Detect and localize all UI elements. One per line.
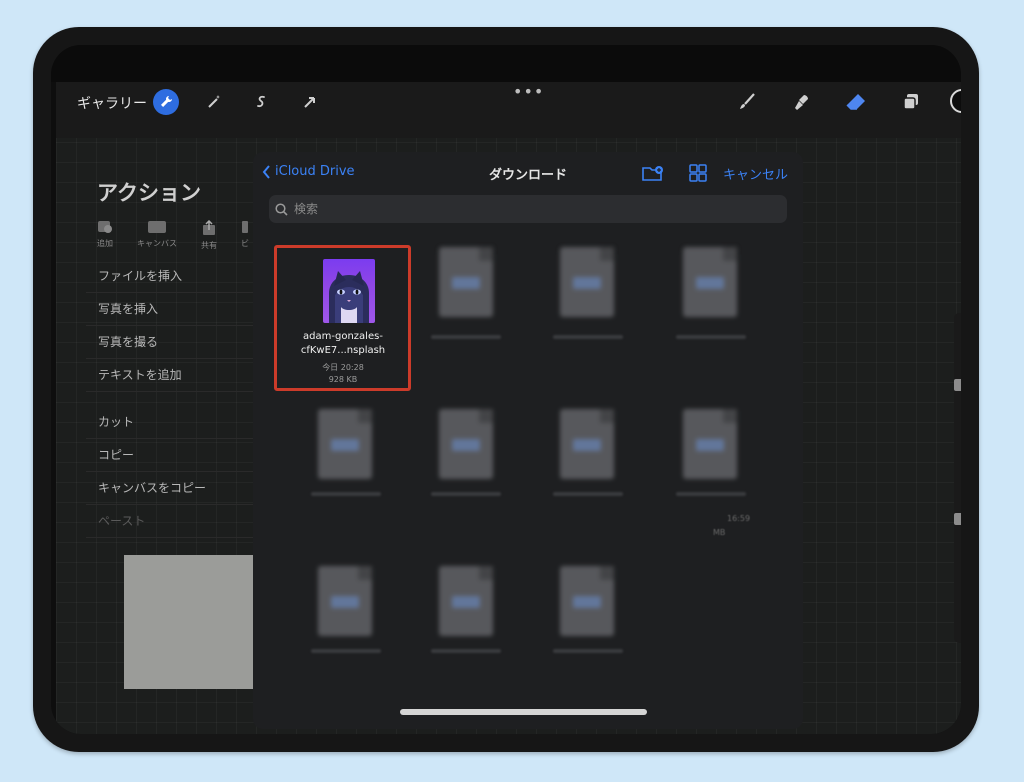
- blurred-document-icon[interactable]: [560, 409, 614, 479]
- gallery-button[interactable]: ギャラリー: [77, 93, 147, 113]
- transform-arrow-icon[interactable]: [297, 89, 323, 115]
- opacity-slider[interactable]: [954, 513, 961, 525]
- ipad-screen-area: ギャラリー ••• アクション 追加 キャンバス 共有 ビ ファイルを挿入 写真…: [51, 45, 961, 734]
- tab-canvas-label: キャンバス: [137, 239, 177, 248]
- blurred-filename: [553, 649, 623, 653]
- picker-header: iCloud Drive ダウンロード キャンセル: [253, 152, 803, 192]
- color-swatch-icon[interactable]: [950, 89, 961, 113]
- menu-item-take-photo[interactable]: 写真を撮る: [86, 326, 276, 359]
- magic-wand-icon[interactable]: [201, 89, 227, 115]
- actions-menu-list: ファイルを挿入 写真を挿入 写真を撮る テキストを追加 カット コピー キャンバ…: [86, 260, 276, 538]
- menu-item-copy-canvas[interactable]: キャンバスをコピー: [86, 472, 276, 505]
- cancel-button[interactable]: キャンセル: [723, 164, 788, 183]
- actions-title: アクション: [97, 181, 201, 205]
- blurred-filename: [311, 649, 381, 653]
- eraser-icon[interactable]: [843, 89, 869, 115]
- blurred-document-icon[interactable]: [439, 247, 493, 317]
- file-name: adam-gonzales- cfKwE7...nsplash: [278, 330, 408, 358]
- file-name-line2: cfKwE7...nsplash: [300, 345, 386, 356]
- add-icon: [98, 221, 112, 233]
- blurred-document-icon[interactable]: [439, 566, 493, 636]
- menu-item-insert-photo[interactable]: 写真を挿入: [86, 293, 276, 326]
- search-bar[interactable]: [269, 195, 787, 223]
- tab-video-label: ビ: [241, 239, 249, 248]
- blurred-document-icon[interactable]: [683, 409, 737, 479]
- smudge-icon[interactable]: [789, 89, 815, 115]
- blurred-document-icon[interactable]: [560, 566, 614, 636]
- file-name-line1: adam-gonzales-: [303, 331, 383, 342]
- blurred-filename: [553, 492, 623, 496]
- file-picker-sheet: iCloud Drive ダウンロード キャンセル 検索 adam-gonzal…: [253, 152, 803, 729]
- blurred-document-icon[interactable]: [439, 409, 493, 479]
- menu-item-paste: ペースト: [86, 505, 276, 538]
- layers-icon[interactable]: [898, 89, 924, 115]
- wrench-icon[interactable]: [153, 89, 179, 115]
- procreate-canvas-screen: ギャラリー ••• アクション 追加 キャンバス 共有 ビ ファイルを挿入 写真…: [56, 82, 961, 734]
- menu-separator: [86, 392, 276, 406]
- tab-share[interactable]: 共有: [201, 220, 217, 251]
- blurred-file-time: 16:59: [727, 514, 751, 523]
- brush-icon[interactable]: [734, 89, 760, 115]
- back-button[interactable]: iCloud Drive: [262, 164, 355, 179]
- ipad-frame: ギャラリー ••• アクション 追加 キャンバス 共有 ビ ファイルを挿入 写真…: [33, 27, 979, 752]
- file-item-adam-gonzales[interactable]: adam-gonzales- cfKwE7...nsplash 今日 20:28…: [278, 249, 408, 389]
- top-toolbar: ギャラリー •••: [56, 82, 961, 138]
- canvas-preview: [124, 555, 264, 689]
- blurred-filename: [311, 492, 381, 496]
- blurred-filename: [676, 335, 746, 339]
- actions-tab-row: 追加 キャンバス 共有 ビ: [97, 220, 249, 251]
- blurred-document-icon[interactable]: [318, 566, 372, 636]
- right-sidebar: [954, 313, 961, 643]
- blurred-document-icon[interactable]: [683, 247, 737, 317]
- brush-size-slider[interactable]: [954, 379, 961, 391]
- menu-item-cut[interactable]: カット: [86, 406, 276, 439]
- blurred-filename: [431, 335, 501, 339]
- actions-panel: アクション 追加 キャンバス 共有 ビ ファイルを挿入 写真を挿入 写真を撮る …: [86, 140, 276, 560]
- blurred-document-icon[interactable]: [318, 409, 372, 479]
- more-dots-icon[interactable]: •••: [513, 82, 544, 101]
- menu-item-insert-file[interactable]: ファイルを挿入: [86, 260, 276, 293]
- search-input[interactable]: [294, 202, 774, 216]
- file-date: 今日 20:28: [322, 363, 364, 372]
- search-icon: [275, 202, 288, 216]
- selection-icon[interactable]: [249, 89, 275, 115]
- tab-video[interactable]: ビ: [241, 220, 249, 251]
- chevron-left-icon: [262, 164, 270, 179]
- blurred-file-size-unit: MB: [713, 528, 726, 537]
- canvas-icon: [148, 221, 166, 233]
- blurred-filename: [431, 649, 501, 653]
- share-icon: [203, 220, 215, 235]
- menu-item-copy[interactable]: コピー: [86, 439, 276, 472]
- top-bezel: [51, 45, 961, 82]
- tab-canvas[interactable]: キャンバス: [137, 220, 177, 251]
- home-indicator[interactable]: [400, 709, 647, 715]
- tab-add-label: 追加: [97, 239, 113, 248]
- video-icon: [242, 221, 248, 233]
- folder-badge-plus-icon[interactable]: [642, 164, 664, 182]
- blurred-document-icon[interactable]: [560, 247, 614, 317]
- blurred-filename: [431, 492, 501, 496]
- file-size: 928 KB: [328, 375, 358, 384]
- grid-icon[interactable]: [687, 164, 709, 182]
- menu-item-add-text[interactable]: テキストを追加: [86, 359, 276, 392]
- cat-photo-thumbnail: [323, 259, 375, 323]
- blurred-filename: [553, 335, 623, 339]
- blurred-filename: [676, 492, 746, 496]
- tab-add[interactable]: 追加: [97, 220, 113, 251]
- tab-share-label: 共有: [201, 241, 217, 250]
- back-label: iCloud Drive: [275, 164, 355, 179]
